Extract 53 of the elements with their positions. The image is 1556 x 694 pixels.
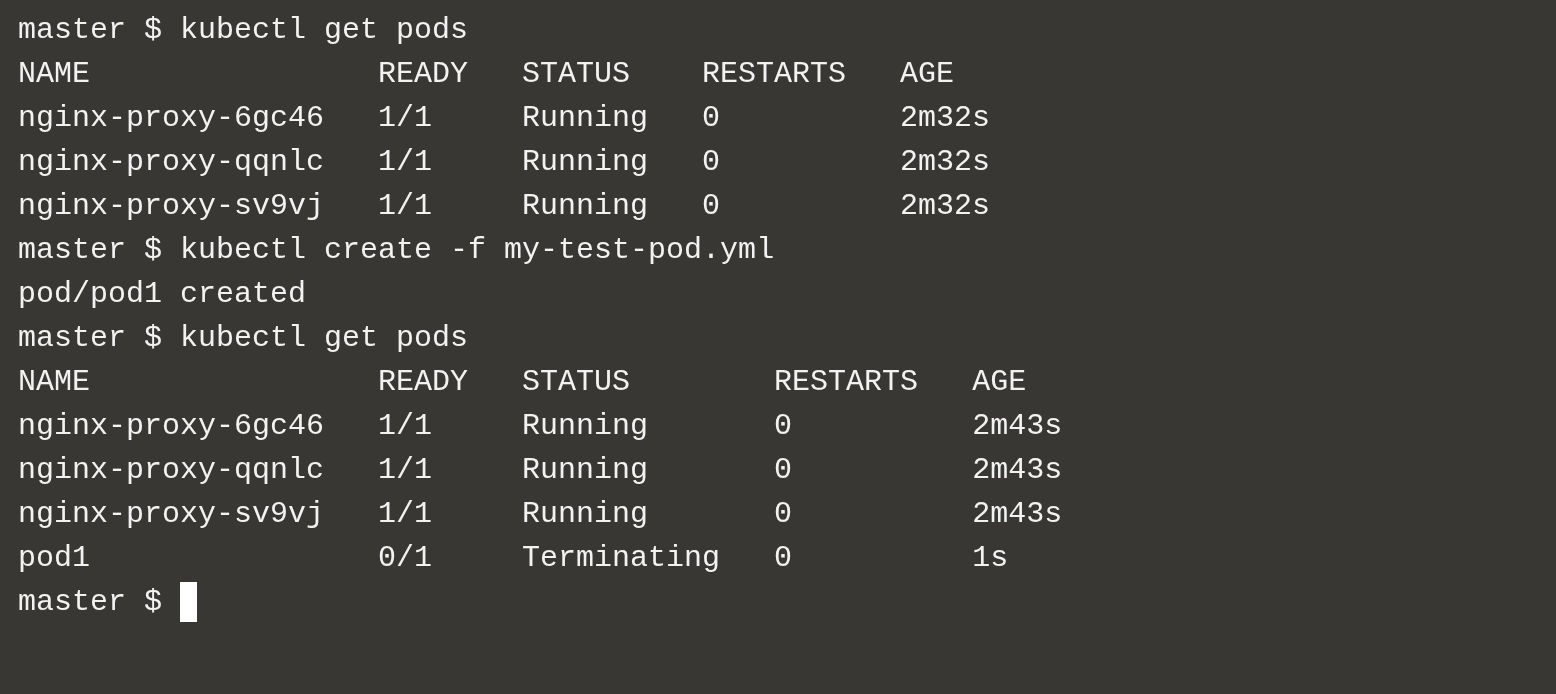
table-cell: nginx-proxy-6gc46 [18, 409, 325, 443]
table-cell: 0 [702, 189, 721, 223]
column-header: AGE [972, 365, 1027, 399]
table-cell: 2m43s [972, 453, 1063, 487]
table-cell: pod1 [18, 541, 90, 575]
command-text: kubectl get pods [180, 12, 469, 48]
table-cell: 0 [702, 101, 721, 135]
table-cell: nginx-proxy-sv9vj [18, 189, 325, 223]
table-cell: 2m32s [900, 189, 991, 223]
table-cell: nginx-proxy-qqnlc [18, 145, 325, 179]
table-cell: 1/1 [378, 453, 433, 487]
shell-prompt: master $ [18, 320, 163, 356]
table-cell: Running [522, 145, 649, 179]
table-cell: 1/1 [378, 101, 433, 135]
column-header: RESTARTS [702, 57, 847, 91]
table-cell: 1s [972, 541, 1009, 575]
table-cell: nginx-proxy-sv9vj [18, 497, 325, 531]
table-cell: 2m43s [972, 497, 1063, 531]
table-cell: nginx-proxy-qqnlc [18, 453, 325, 487]
command-text: kubectl get pods [180, 320, 469, 356]
shell-prompt: master $ [18, 12, 163, 48]
table-cell: 1/1 [378, 145, 433, 179]
table-cell: 2m43s [972, 409, 1063, 443]
table-cell: 0 [774, 453, 793, 487]
table-cell: 0 [702, 145, 721, 179]
table-cell: 0 [774, 497, 793, 531]
table-cell: 2m32s [900, 145, 991, 179]
output-text: pod/pod1 created [18, 276, 307, 312]
column-header: AGE [900, 57, 955, 91]
table-cell: Running [522, 409, 649, 443]
table-cell: 2m32s [900, 101, 991, 135]
table-cell: 1/1 [378, 189, 433, 223]
column-header: NAME [18, 57, 90, 91]
shell-prompt: master $ [18, 584, 163, 620]
column-header: STATUS [522, 57, 631, 91]
column-header: NAME [18, 365, 90, 399]
table-cell: Running [522, 101, 649, 135]
column-header: STATUS [522, 365, 631, 399]
command-text: kubectl create -f my-test-pod.yml [180, 232, 775, 268]
shell-prompt: master $ [18, 232, 163, 268]
table-cell: nginx-proxy-6gc46 [18, 101, 325, 135]
column-header: READY [378, 365, 469, 399]
table-cell: 0 [774, 541, 793, 575]
table-cell: 1/1 [378, 497, 433, 531]
table-cell: Running [522, 453, 649, 487]
column-header: RESTARTS [774, 365, 919, 399]
table-cell: Running [522, 497, 649, 531]
table-cell: 0/1 [378, 541, 433, 575]
table-cell: Running [522, 189, 649, 223]
table-cell: Terminating [522, 541, 721, 575]
column-header: READY [378, 57, 469, 91]
table-cell: 1/1 [378, 409, 433, 443]
table-cell: 0 [774, 409, 793, 443]
